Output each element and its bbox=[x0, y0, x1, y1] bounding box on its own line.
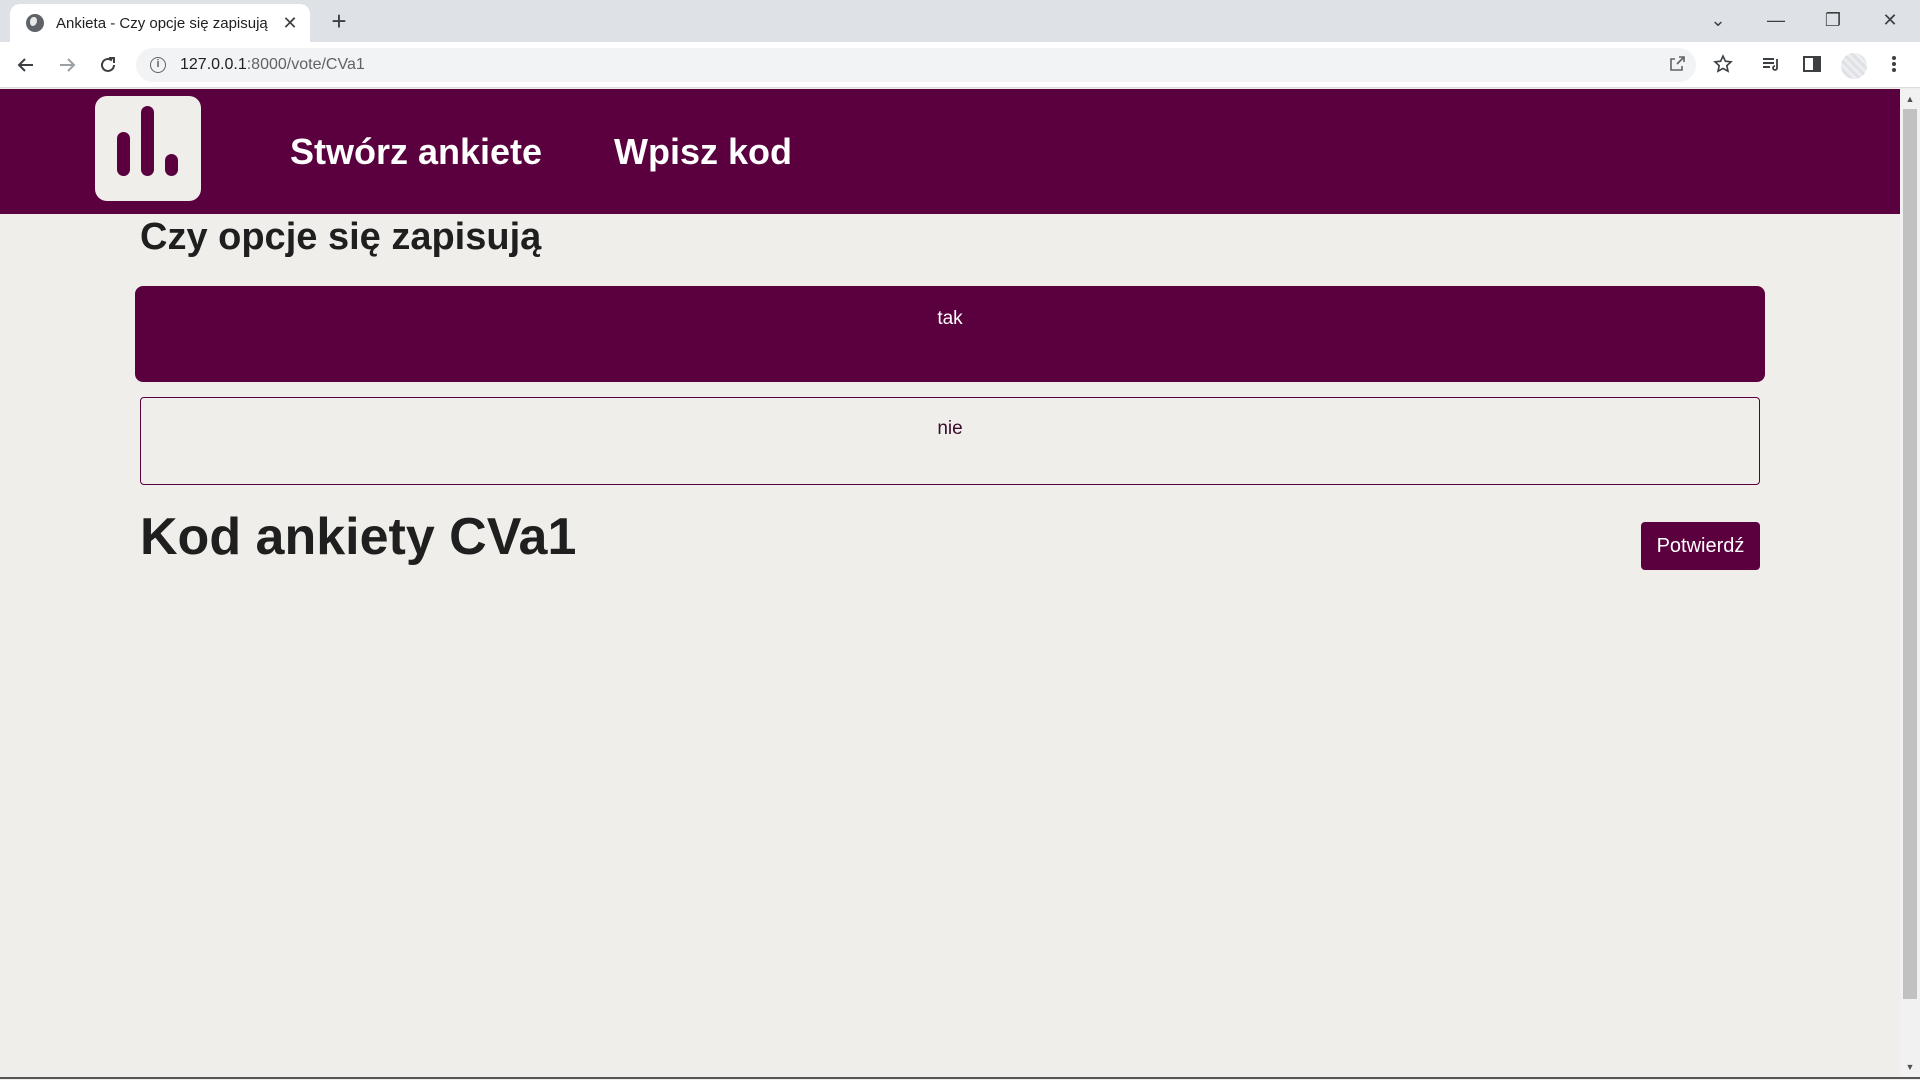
poll-code-heading: Kod ankiety CVa1 bbox=[140, 508, 577, 566]
profile-avatar[interactable] bbox=[1841, 53, 1867, 79]
tab-close-icon[interactable]: ✕ bbox=[280, 13, 300, 33]
option-label: tak bbox=[937, 308, 963, 329]
side-panel-icon[interactable] bbox=[1801, 54, 1823, 76]
browser-tab[interactable]: Ankieta - Czy opcje się zapisują ✕ bbox=[10, 4, 310, 42]
site-header: Stwórz ankiete Wpisz kod bbox=[0, 89, 1900, 214]
address-bar[interactable]: i 127.0.0.1:8000/vote/CVa1 bbox=[136, 48, 1696, 82]
new-tab-button[interactable]: + bbox=[325, 8, 353, 36]
tab-title: Ankieta - Czy opcje się zapisują bbox=[56, 14, 268, 32]
menu-kebab-icon[interactable] bbox=[1883, 54, 1905, 76]
scroll-down-icon[interactable]: ▼ bbox=[1900, 1059, 1920, 1075]
share-icon[interactable] bbox=[1666, 55, 1688, 77]
page-viewport: Stwórz ankiete Wpisz kod Czy opcje się z… bbox=[0, 89, 1900, 1077]
confirm-button[interactable]: Potwierdź bbox=[1641, 522, 1760, 570]
bookmark-star-icon[interactable] bbox=[1712, 54, 1734, 76]
nav-create-poll[interactable]: Stwórz ankiete bbox=[290, 131, 542, 173]
close-window-button[interactable]: ✕ bbox=[1862, 0, 1918, 40]
forward-arrow-icon[interactable] bbox=[50, 48, 84, 82]
poll-option-nie[interactable]: nie bbox=[140, 397, 1760, 485]
poll-option-tak[interactable]: tak bbox=[135, 286, 1765, 382]
nav-enter-code[interactable]: Wpisz kod bbox=[614, 131, 792, 173]
option-label: nie bbox=[937, 418, 963, 439]
site-info-icon[interactable]: i bbox=[150, 57, 166, 73]
globe-icon bbox=[26, 14, 44, 32]
scroll-up-icon[interactable]: ▲ bbox=[1900, 91, 1920, 107]
browser-toolbar: i 127.0.0.1:8000/vote/CVa1 bbox=[0, 42, 1920, 88]
scroll-thumb[interactable] bbox=[1903, 109, 1917, 999]
browser-tab-strip: Ankieta - Czy opcje się zapisują ✕ + ⌄ —… bbox=[0, 0, 1920, 42]
reading-list-icon[interactable] bbox=[1760, 54, 1782, 76]
back-arrow-icon[interactable] bbox=[9, 48, 43, 82]
vertical-scrollbar[interactable]: ▲ ▼ bbox=[1900, 89, 1920, 1077]
reload-icon[interactable] bbox=[91, 48, 125, 82]
poll-logo-icon[interactable] bbox=[95, 96, 201, 201]
tab-search-icon[interactable]: ⌄ bbox=[1690, 0, 1746, 40]
restore-button[interactable]: ❐ bbox=[1805, 0, 1861, 40]
minimize-button[interactable]: — bbox=[1748, 0, 1804, 40]
poll-question: Czy opcje się zapisują bbox=[140, 216, 542, 258]
url-text: 127.0.0.1:8000/vote/CVa1 bbox=[180, 56, 365, 73]
